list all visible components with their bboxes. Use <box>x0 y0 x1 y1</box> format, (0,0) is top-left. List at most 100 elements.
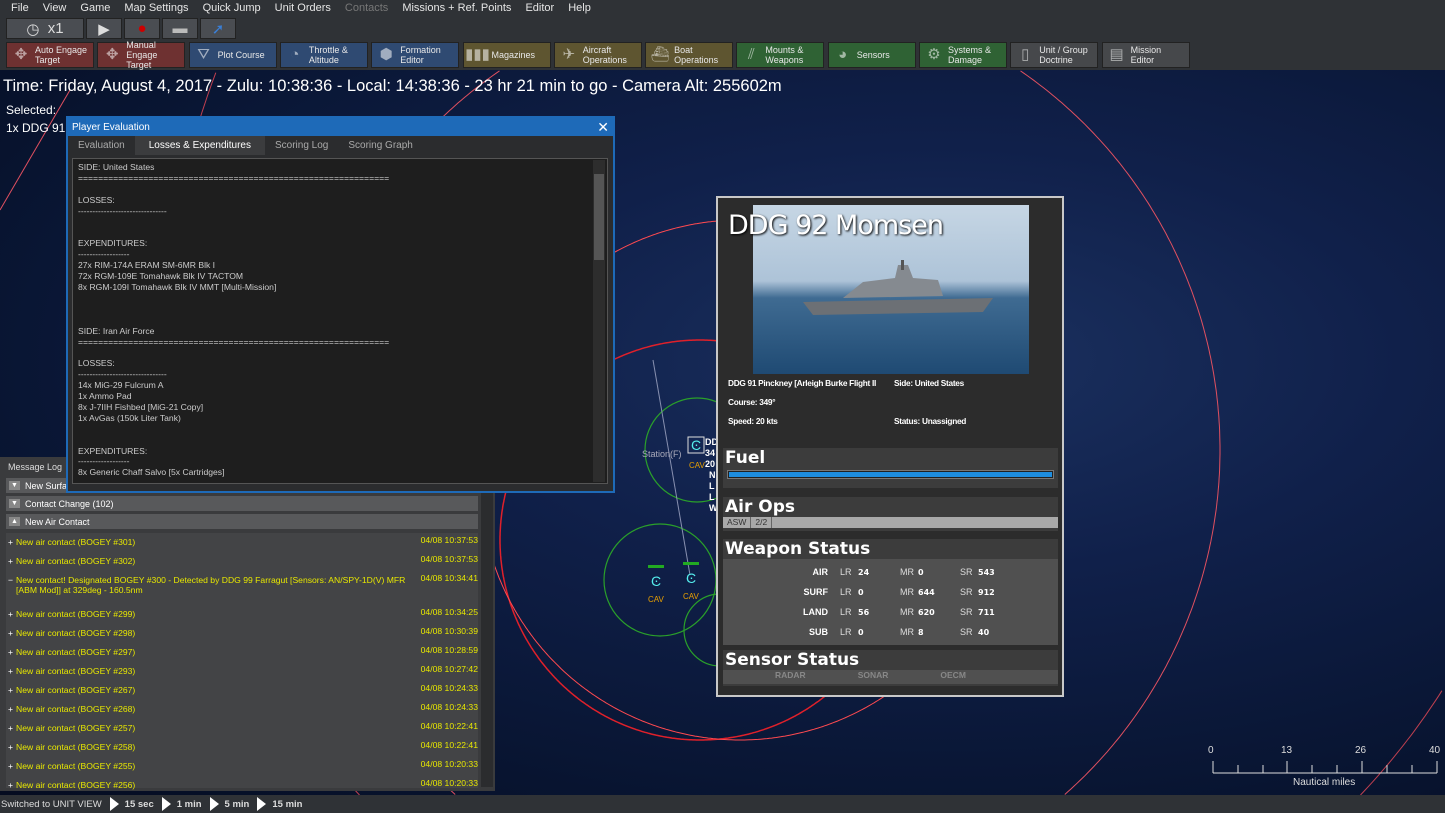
log-entry[interactable]: + New air contact (BOGEY #258) 04/08 10:22… <box>8 740 478 752</box>
toolbar-boat-operations-button[interactable]: ⛴ Boat Operations <box>645 42 734 68</box>
toolbar-sensors-button[interactable]: ◕ Sensors <box>827 42 916 68</box>
message-group[interactable]: ▼ Contact Change (102) <box>6 496 478 511</box>
weapon-status-title: Weapon Status <box>725 539 871 559</box>
toolbar-auto-engage-target-button[interactable]: ✥ Auto Engage Target <box>6 42 94 68</box>
unit-speed: Speed: 20 kts <box>728 416 778 426</box>
expand-icon[interactable]: ▼ <box>9 481 20 490</box>
message-log: Message Log ▼New Surface Contact ▼Contac… <box>0 457 495 791</box>
unit-symbol[interactable]: Ͼ <box>648 565 664 589</box>
close-icon[interactable]: ✕ <box>597 119 609 136</box>
expand-icon[interactable]: + <box>8 628 13 638</box>
label-line: Weapons <box>765 55 804 65</box>
play-step-icon[interactable] <box>109 797 119 811</box>
layers-button[interactable]: ▬ <box>162 18 198 39</box>
menu-game[interactable]: Game <box>73 0 117 17</box>
expand-icon[interactable]: + <box>8 537 13 547</box>
jump-button[interactable]: ➚ <box>200 18 236 39</box>
toolbar-systems-damage-button[interactable]: ⚙ Systems & Damage <box>919 42 1007 68</box>
log-entry[interactable]: + New air contact (BOGEY #268) 04/08 10:24… <box>8 702 478 714</box>
menu-missions-ref-points[interactable]: Missions + Ref. Points <box>395 0 518 17</box>
step-15min[interactable]: 15 min <box>272 799 302 810</box>
toolbar-manual-engage-target-button[interactable]: ✥ Manual Engage Target <box>97 40 186 70</box>
toolbar-plot-course-button[interactable]: ⛛ Plot Course <box>188 42 277 68</box>
toolbar-label: Mission Editor <box>1131 45 1162 65</box>
expand-icon[interactable]: + <box>8 666 13 676</box>
losses-text[interactable]: SIDE: United States ====================… <box>72 158 608 484</box>
expand-icon[interactable]: + <box>8 761 13 771</box>
text-scrollbar[interactable] <box>593 160 605 482</box>
log-text: New air contact (BOGEY #298) <box>16 628 136 638</box>
expand-icon[interactable]: + <box>8 685 13 695</box>
log-text: New air contact (BOGEY #257) <box>16 723 136 733</box>
log-entry[interactable]: − New contact! Designated BOGEY #300 - De… <box>8 573 478 595</box>
expand-icon[interactable]: + <box>8 647 13 657</box>
scale-tick-label: 26 <box>1355 745 1367 756</box>
tab-scoring-graph[interactable]: Scoring Graph <box>338 136 422 155</box>
airops-mission[interactable]: ASW <box>723 517 752 528</box>
toolbar-formation-editor-button[interactable]: ⬢ Formation Editor <box>371 42 460 68</box>
label-line: Sensors <box>856 50 890 60</box>
collapse-icon[interactable]: ▲ <box>9 517 20 526</box>
label-line: Systems & <box>948 45 992 55</box>
record-button[interactable]: ● <box>124 18 160 39</box>
toolbar-label: Unit / Group Doctrine <box>1039 45 1088 65</box>
expand-icon[interactable]: + <box>8 723 13 733</box>
unit-symbol[interactable]: Ͼ <box>683 562 699 586</box>
jump-arrow-icon: ➚ <box>211 20 225 38</box>
log-entry[interactable]: + New air contact (BOGEY #257) 04/08 10:22… <box>8 721 478 733</box>
toolbar-unit-group-doctrine-button[interactable]: ▯ Unit / Group Doctrine <box>1010 42 1099 68</box>
step-5min[interactable]: 5 min <box>225 799 250 810</box>
toolbar-mounts-weapons-button[interactable]: ⫽ Mounts & Weapons <box>736 42 825 68</box>
play-button[interactable]: ▶ <box>86 18 122 39</box>
menu-view[interactable]: View <box>36 0 74 17</box>
toolbar-label: Throttle & Altitude <box>309 45 348 65</box>
toolbar-throttle-altitude-button[interactable]: ◔ Throttle & Altitude <box>279 42 368 68</box>
play-step-icon[interactable] <box>209 797 219 811</box>
toolbar-aircraft-operations-button[interactable]: ✈ Aircraft Operations <box>553 42 642 68</box>
weapon-category: SUB <box>808 627 828 637</box>
expand-icon[interactable]: ▼ <box>9 499 20 508</box>
expand-icon[interactable]: + <box>8 704 13 714</box>
menu-editor[interactable]: Editor <box>518 0 561 17</box>
menu-quick-jump[interactable]: Quick Jump <box>196 0 268 17</box>
log-entry[interactable]: + New air contact (BOGEY #299) 04/08 10:34… <box>8 607 478 619</box>
fuel-fill <box>729 472 1052 477</box>
log-entry[interactable]: + New air contact (BOGEY #301) 04/08 10:37… <box>8 535 478 547</box>
sensor-status-title: Sensor Status <box>725 650 860 670</box>
step-1min[interactable]: 1 min <box>177 799 202 810</box>
toolbar-magazines-button[interactable]: ▮▮▮ Magazines <box>462 42 551 68</box>
time-compression-button[interactable]: ◷ x1 <box>6 18 84 39</box>
range-label: MR <box>900 567 914 577</box>
tab-scoring-log[interactable]: Scoring Log <box>265 136 338 155</box>
log-entry[interactable]: + New air contact (BOGEY #255) 04/08 10:20… <box>8 759 478 771</box>
step-15sec[interactable]: 15 sec <box>125 799 154 810</box>
log-scrollbar[interactable] <box>481 491 493 787</box>
menu-file[interactable]: File <box>4 0 36 17</box>
menu-map-settings[interactable]: Map Settings <box>117 0 195 17</box>
log-entry[interactable]: + New air contact (BOGEY #267) 04/08 10:24… <box>8 683 478 695</box>
expand-icon[interactable]: + <box>8 556 13 566</box>
log-entry[interactable]: + New air contact (BOGEY #297) 04/08 10:28… <box>8 645 478 657</box>
menu-help[interactable]: Help <box>561 0 598 17</box>
toolbar-label: Manual Engage Target <box>126 40 184 70</box>
toolbar-mission-editor-button[interactable]: ▤ Mission Editor <box>1101 42 1190 68</box>
play-step-icon[interactable] <box>161 797 171 811</box>
speed-label: x1 <box>47 20 64 37</box>
log-entry[interactable]: + New air contact (BOGEY #302) 04/08 10:37… <box>8 554 478 566</box>
menu-unit-orders[interactable]: Unit Orders <box>268 0 338 17</box>
log-text: New air contact (BOGEY #258) <box>16 742 136 752</box>
expand-icon[interactable]: + <box>8 609 13 619</box>
play-step-icon[interactable] <box>257 797 267 811</box>
weapon-row: LAND LR 56 MR 620 SR 711 <box>723 602 1058 622</box>
collapse-icon[interactable]: − <box>8 575 13 585</box>
message-group[interactable]: ▲ New Air Contact <box>6 514 478 529</box>
expand-icon[interactable]: + <box>8 742 13 752</box>
expand-icon[interactable]: + <box>8 780 13 790</box>
tab-losses-expenditures[interactable]: Losses & Expenditures <box>134 136 265 155</box>
range-value: 0 <box>918 567 924 577</box>
log-entry[interactable]: + New air contact (BOGEY #298) 04/08 10:30… <box>8 626 478 638</box>
log-entry[interactable]: + New air contact (BOGEY #256) 04/08 10:20… <box>8 778 478 790</box>
log-entry[interactable]: + New air contact (BOGEY #293) 04/08 10:27… <box>8 664 478 676</box>
unit-symbol[interactable]: Ͼ <box>687 436 705 454</box>
tab-evaluation[interactable]: Evaluation <box>68 136 135 155</box>
